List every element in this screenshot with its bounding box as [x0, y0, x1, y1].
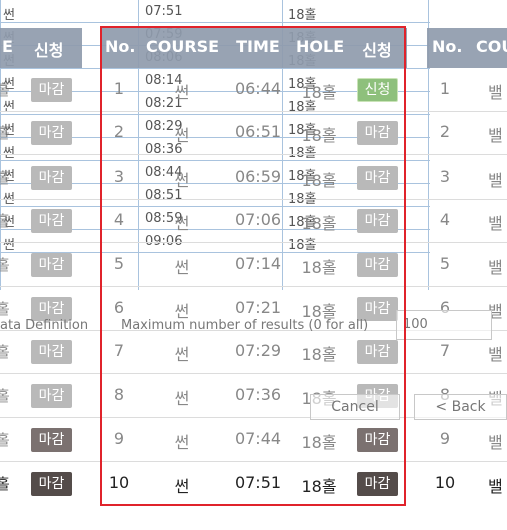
- right-header-course-partial: COU: [476, 37, 507, 56]
- data-definition-label: ata Definition: [0, 318, 89, 333]
- underlay-grid-hline: [0, 22, 430, 23]
- back-button[interactable]: < Back: [414, 394, 507, 420]
- left-status-badge[interactable]: 마감: [31, 472, 72, 496]
- right-course-partial: 밸: [488, 345, 503, 364]
- left-hole-partial: 홀: [0, 387, 10, 405]
- left-status-badge[interactable]: 마감: [31, 428, 72, 452]
- max-results-input[interactable]: 100: [396, 310, 492, 340]
- right-row-number: 3: [439, 167, 451, 186]
- underlay-cell-c3: 18홀: [288, 8, 317, 23]
- right-course-partial: 밸: [488, 433, 503, 452]
- left-status-badge[interactable]: 마감: [31, 121, 72, 145]
- right-row-number: 10: [434, 473, 456, 492]
- right-course-partial: 밸: [488, 171, 503, 190]
- left-hole-partial: 홀: [0, 431, 10, 449]
- left-status-badge[interactable]: 마감: [31, 340, 72, 364]
- right-course-partial: 밸: [488, 126, 503, 145]
- right-row-number: 5: [439, 254, 451, 273]
- underlay-cell-c1: 썬: [3, 238, 15, 253]
- underlay-row: 썬 07:51 18홀: [0, 1, 430, 23]
- left-hole-partial: 홀: [0, 300, 10, 318]
- right-course-partial: 밸: [488, 477, 503, 496]
- left-hole-partial: 홀: [0, 124, 10, 142]
- right-course-partial: 밸: [488, 83, 503, 102]
- right-row-number: 4: [439, 210, 451, 229]
- right-row-number: 9: [439, 429, 451, 448]
- right-course-partial: 밸: [488, 258, 503, 277]
- right-row-number: 7: [439, 341, 451, 360]
- underlay-cell-c1: 썬: [3, 192, 15, 207]
- underlay-cell-c1: 썬: [3, 142, 15, 161]
- left-hole-partial: 홀: [0, 212, 10, 230]
- left-header-apply: 신청: [34, 41, 64, 60]
- left-status-badge[interactable]: 마감: [31, 209, 72, 233]
- right-course-partial: 밸: [488, 214, 503, 233]
- left-status-badge[interactable]: 마감: [31, 78, 72, 102]
- left-hole-partial: 홀: [0, 343, 10, 361]
- underlay-cell-c1: 썬: [3, 8, 15, 23]
- left-hole-partial: 홀: [0, 81, 10, 99]
- underlay-cell-c2: 07:51: [145, 4, 183, 19]
- left-header-hole-partial: E: [2, 37, 13, 56]
- left-status-badge[interactable]: 마감: [31, 384, 72, 408]
- right-header-no: No.: [432, 37, 463, 56]
- left-hole-partial: 홀: [0, 256, 10, 274]
- left-status-badge[interactable]: 마감: [31, 166, 72, 190]
- left-status-badge[interactable]: 마감: [31, 253, 72, 277]
- left-hole-partial: 홀: [0, 475, 10, 493]
- right-row-number: 2: [439, 122, 451, 141]
- left-hole-partial: 홀: [0, 169, 10, 187]
- highlight-frame: [100, 26, 406, 506]
- right-row-number: 1: [439, 79, 451, 98]
